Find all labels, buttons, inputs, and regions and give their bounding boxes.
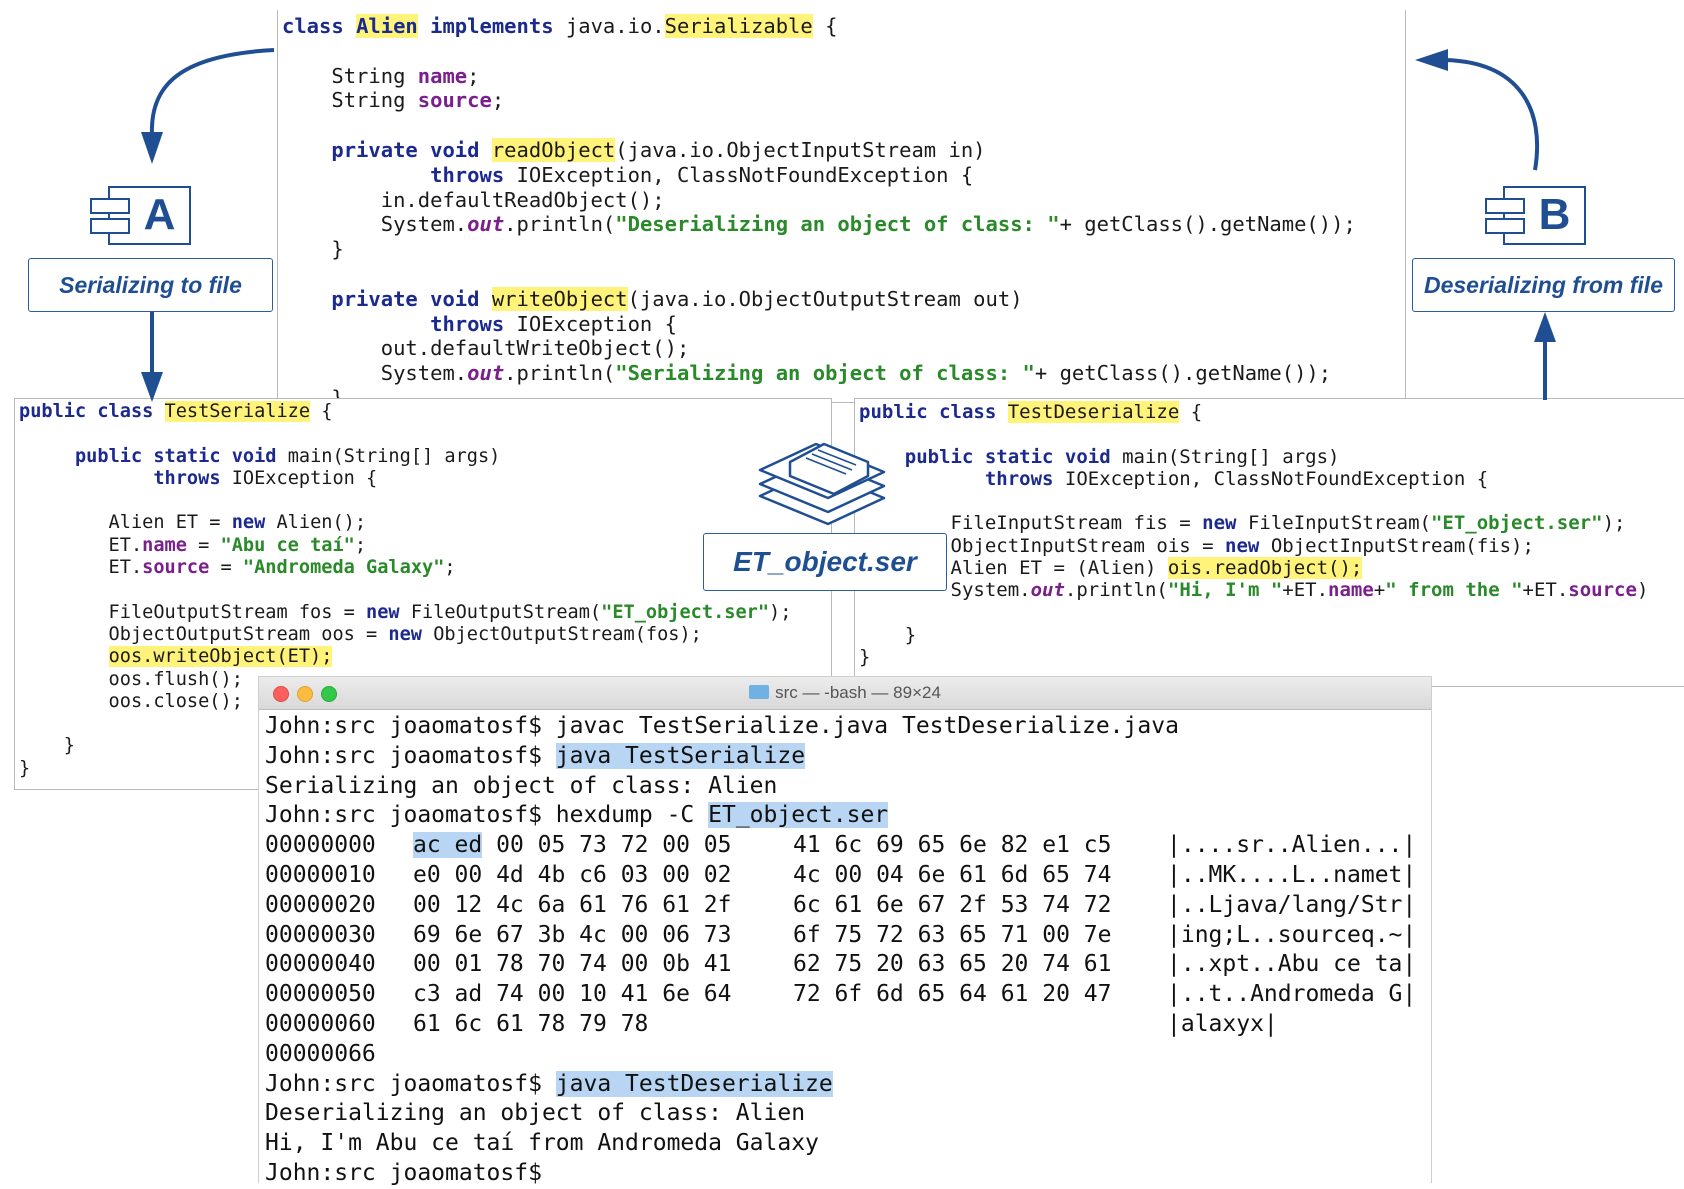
hexdump-row: 00000050 c3 ad 74 00 10 41 6e 64 72 6f 6d … [265, 980, 1431, 1010]
hex-ascii: |..xpt..Abu ce ta| [1167, 951, 1417, 978]
arrow-deserialize-to-label [1534, 312, 1556, 400]
hex-bytes-low: 00 12 4c 6a 61 76 61 2f [413, 891, 732, 921]
hex-bytes-text: 69 6e 67 3b 4c 00 06 73 [413, 921, 732, 948]
component-b-letter: B [1538, 190, 1571, 239]
terminal-titlebar[interactable]: src — -bash — 89×24 [259, 677, 1431, 710]
document-stack-icon [758, 442, 886, 526]
hex-bytes-low: 69 6e 67 3b 4c 00 06 73 [413, 921, 732, 951]
hex-bytes-text: 00 12 4c 6a 61 76 61 2f [413, 891, 732, 918]
hexdump-row: 00000010 e0 00 4d 4b c6 03 00 02 4c 00 04 … [265, 861, 1431, 891]
hex-bytes-low: 00 01 78 70 74 00 0b 41 [413, 950, 732, 980]
hex-offset: 00000000 [265, 832, 376, 859]
magic-bytes: ac ed [413, 832, 483, 859]
hexdump-output: 00000000 ac ed 00 05 73 72 00 05 41 6c 69 … [265, 831, 1431, 1069]
hex-bytes-text: c3 ad 74 00 10 41 6e 64 [413, 981, 732, 1008]
serializing-label: Serializing to file [28, 258, 273, 312]
hex-ascii: |ing;L..sourceq.~| [1167, 921, 1417, 948]
hexdump-row: 00000060 61 6c 61 78 79 78 |alaxyx| [265, 1010, 1431, 1040]
terminal-line: John:src joaomatosf$ java TestSerialize [265, 742, 806, 769]
terminal-prompt[interactable]: John:src joaomatosf$ [265, 1159, 1431, 1189]
hex-ascii: |....sr..Alien...| [1167, 832, 1417, 859]
hexdump-row: 00000000 ac ed 00 05 73 72 00 05 41 6c 69 … [265, 831, 1431, 861]
terminal-line: John:src joaomatosf$ java TestDeserializ… [265, 1070, 833, 1097]
arrow-label-to-serialize [141, 312, 163, 402]
hex-ascii: |..MK....L..namet| [1167, 861, 1417, 888]
hexdump-row: 00000040 00 01 78 70 74 00 0b 41 62 75 20 … [265, 950, 1431, 980]
hex-bytes-low: c3 ad 74 00 10 41 6e 64 [413, 980, 732, 1010]
hex-ascii: |..t..Andromeda G| [1167, 981, 1417, 1008]
hex-offset: 00000010 [265, 861, 376, 888]
hex-bytes-text: 00 01 78 70 74 00 0b 41 [413, 951, 732, 978]
hex-bytes-text: e0 00 4d 4b c6 03 00 02 [413, 861, 732, 888]
hex-offset: 00000020 [265, 891, 376, 918]
hex-bytes-text: 61 6c 61 78 79 78 [413, 1010, 649, 1037]
hex-bytes-high: 6f 75 72 63 65 71 00 7e [793, 921, 1112, 948]
component-a-letter: A [143, 190, 176, 239]
arrow-alien-to-a [141, 48, 275, 164]
hex-offset: 00000030 [265, 921, 376, 948]
hex-bytes-text: 00 05 73 72 00 05 [482, 832, 732, 859]
terminal-line: Serializing an object of class: Alien [265, 772, 778, 799]
hex-bytes-high: 4c 00 04 6e 61 6d 65 74 [793, 861, 1112, 888]
hex-offset: 00000060 [265, 1010, 376, 1037]
hex-bytes-low: e0 00 4d 4b c6 03 00 02 [413, 861, 732, 891]
hex-offset: 00000066 [265, 1040, 376, 1067]
hexdump-row: 00000066 [265, 1040, 1431, 1070]
terminal-output[interactable]: John:src joaomatosf$ javac TestSerialize… [259, 710, 1431, 1189]
hex-bytes-high: 72 6f 6d 65 64 61 20 47 [793, 981, 1112, 1008]
terminal-line: John:src joaomatosf$ hexdump -C ET_objec… [265, 802, 889, 829]
hex-bytes-high: 6c 61 6e 67 2f 53 74 72 [793, 891, 1112, 918]
hex-ascii: |alaxyx| [1167, 1010, 1278, 1037]
hex-offset: 00000040 [265, 951, 376, 978]
hex-bytes-low: 61 6c 61 78 79 78 [413, 1010, 648, 1040]
hex-bytes-high: 41 6c 69 65 6e 82 e1 c5 [793, 832, 1112, 859]
terminal-line: Deserializing an object of class: Alien [265, 1100, 806, 1127]
file-name-label: ET_object.ser [703, 533, 947, 591]
terminal-line: John:src joaomatosf$ javac TestSerialize… [265, 713, 1179, 739]
folder-icon [749, 685, 770, 699]
terminal-title: src — -bash — 89×24 [259, 677, 1431, 709]
terminal-window[interactable]: src — -bash — 89×24 John:src joaomatosf$… [258, 676, 1432, 1186]
deserializing-label: Deserializing from file [1412, 258, 1675, 312]
hexdump-row: 00000020 00 12 4c 6a 61 76 61 2f 6c 61 6e … [265, 891, 1431, 921]
hex-bytes-high: 62 75 20 63 65 20 74 61 [793, 951, 1112, 978]
hex-bytes-low: ac ed 00 05 73 72 00 05 [413, 831, 732, 861]
arrow-b-to-alien [1415, 49, 1540, 171]
hex-ascii: |..Ljava/lang/Str| [1167, 891, 1417, 918]
terminal-line: Hi, I'm Abu ce taí from Andromeda Galaxy [265, 1130, 819, 1157]
hexdump-row: 00000030 69 6e 67 3b 4c 00 06 73 6f 75 72 … [265, 921, 1431, 951]
hex-offset: 00000050 [265, 981, 376, 1008]
